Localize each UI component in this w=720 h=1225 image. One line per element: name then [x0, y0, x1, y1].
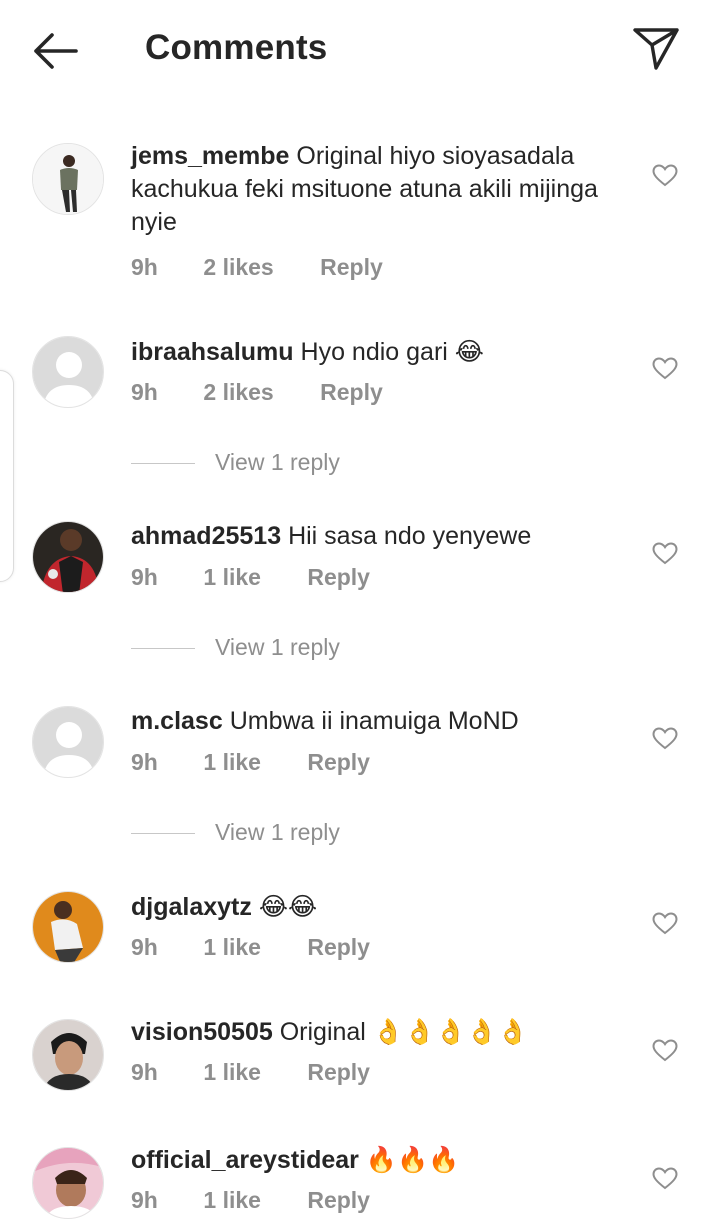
back-button[interactable]: [28, 26, 84, 76]
ok-hand-emoji: 👌👌👌👌👌: [372, 1017, 529, 1046]
reply-button[interactable]: Reply: [320, 254, 383, 281]
laughing-emoji: 😂😂: [258, 892, 318, 921]
reply-thread-line: [131, 833, 195, 834]
reply-button[interactable]: Reply: [320, 379, 383, 406]
comment-username[interactable]: ibraahsalumu: [131, 338, 294, 366]
share-button[interactable]: [630, 24, 682, 72]
comment-text: ahmad25513 Hii sasa ndo yenyewe: [131, 520, 621, 553]
heart-icon[interactable]: [652, 727, 678, 751]
comment-meta: 9h 1 like Reply: [131, 749, 370, 776]
comment-body: Umbwa ii inamuiga MoND: [229, 707, 519, 735]
view-replies-label: View 1 reply: [215, 634, 340, 660]
avatar[interactable]: [32, 143, 104, 215]
laughing-emoji: 😂: [454, 337, 484, 366]
comment-text: ibraahsalumu Hyo ndio gari 😂: [131, 335, 621, 369]
heart-icon[interactable]: [652, 542, 678, 566]
comment-meta: 9h 2 likes Reply: [131, 379, 383, 406]
comment-meta: 9h 1 like Reply: [131, 1059, 370, 1086]
avatar[interactable]: [32, 1147, 104, 1219]
comment-likes[interactable]: 1 like: [203, 1059, 261, 1086]
comment-text: m.clasc Umbwa ii inamuiga MoND: [131, 705, 621, 738]
comment-likes[interactable]: 1 like: [203, 1187, 261, 1214]
comment-text: official_areystidear 🔥🔥🔥: [131, 1143, 621, 1177]
reply-thread-line: [131, 648, 195, 649]
avatar[interactable]: [32, 521, 104, 593]
comment-username[interactable]: official_areystidear: [131, 1146, 359, 1174]
comment-text: vision50505 Original 👌👌👌👌👌: [131, 1015, 621, 1049]
page-title: Comments: [145, 28, 328, 67]
comment-time: 9h: [131, 1059, 158, 1085]
avatar[interactable]: [32, 336, 104, 408]
comment-time: 9h: [131, 749, 158, 775]
top-bar: Comments: [0, 0, 720, 100]
arrow-left-icon: [34, 33, 78, 69]
comment-username[interactable]: vision50505: [131, 1018, 273, 1046]
avatar[interactable]: [32, 891, 104, 963]
comment-likes[interactable]: 1 like: [203, 749, 261, 776]
view-replies-label: View 1 reply: [215, 449, 340, 475]
heart-icon[interactable]: [652, 1167, 678, 1191]
comment-meta: 9h 1 like Reply: [131, 934, 370, 961]
comment-likes[interactable]: 2 likes: [203, 379, 273, 406]
comment-body: Original: [279, 1018, 366, 1046]
comment-likes[interactable]: 1 like: [203, 934, 261, 961]
comment-text: djgalaxytz 😂😂: [131, 890, 621, 924]
avatar[interactable]: [32, 706, 104, 778]
comment-time: 9h: [131, 1187, 158, 1213]
paper-plane-icon: [633, 28, 679, 70]
reply-thread-line: [131, 463, 195, 464]
comment-likes[interactable]: 1 like: [203, 564, 261, 591]
reply-button[interactable]: Reply: [307, 934, 370, 961]
comment-time: 9h: [131, 379, 158, 405]
heart-icon[interactable]: [652, 912, 678, 936]
comment-likes[interactable]: 2 likes: [203, 254, 273, 281]
heart-icon[interactable]: [652, 1039, 678, 1063]
comment-body: Hyo ndio gari: [300, 338, 448, 366]
view-replies-label: View 1 reply: [215, 819, 340, 845]
comment-time: 9h: [131, 934, 158, 960]
comment-username[interactable]: m.clasc: [131, 707, 223, 735]
comment-time: 9h: [131, 254, 158, 280]
reply-button[interactable]: Reply: [307, 749, 370, 776]
reply-button[interactable]: Reply: [307, 564, 370, 591]
heart-icon[interactable]: [652, 164, 678, 188]
comment-meta: 9h 1 like Reply: [131, 564, 370, 591]
comment-meta: 9h 1 like Reply: [131, 1187, 370, 1214]
comment-meta: 9h 2 likes Reply: [131, 254, 383, 281]
reply-button[interactable]: Reply: [307, 1059, 370, 1086]
comment-username[interactable]: ahmad25513: [131, 522, 281, 550]
comment-time: 9h: [131, 564, 158, 590]
comment-text: jems_membe Original hiyo sioyasadala kac…: [131, 140, 621, 239]
fire-emoji: 🔥🔥🔥: [365, 1145, 460, 1174]
avatar[interactable]: [32, 1019, 104, 1091]
comment-username[interactable]: djgalaxytz: [131, 893, 252, 921]
heart-icon[interactable]: [652, 357, 678, 381]
comment-username[interactable]: jems_membe: [131, 142, 289, 170]
reply-button[interactable]: Reply: [307, 1187, 370, 1214]
edge-panel: [0, 370, 14, 582]
comment-body: Hii sasa ndo yenyewe: [288, 522, 532, 550]
